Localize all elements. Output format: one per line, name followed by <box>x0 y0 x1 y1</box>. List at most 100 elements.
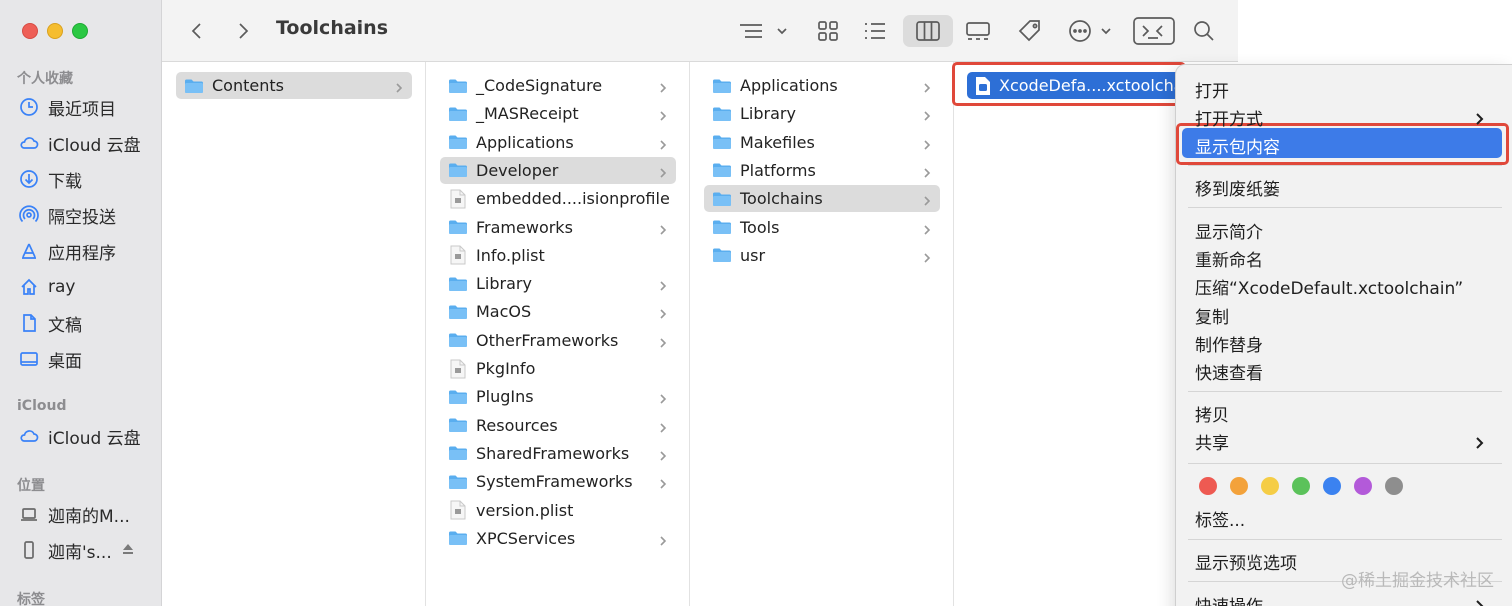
menu-item-rename[interactable]: 重新命名 <box>1195 245 1263 271</box>
watermark: @稀土掘金技术社区 <box>1341 571 1494 591</box>
column-row[interactable]: SharedFrameworks <box>440 440 676 467</box>
phone-icon <box>18 539 40 561</box>
column-row[interactable]: Developer <box>440 156 676 184</box>
column-row[interactable]: usr <box>704 242 940 269</box>
list-view-button[interactable] <box>862 15 888 47</box>
close-button[interactable] <box>22 23 38 39</box>
column-2: _CodeSignature _MASReceipt Applications Dev… <box>426 62 690 606</box>
search-button[interactable] <box>1192 15 1216 47</box>
clock-icon <box>18 96 40 118</box>
chevron-right-icon <box>658 79 668 93</box>
tag-color-row <box>1199 477 1403 495</box>
terminal-button[interactable] <box>1132 15 1176 47</box>
chevron-left-icon <box>191 23 201 39</box>
column-row[interactable]: Tools <box>704 214 940 241</box>
sidebar-item-icloud-drive[interactable]: iCloud 云盘 <box>18 129 141 157</box>
sidebar-item-desktop[interactable]: 桌面 <box>18 345 82 373</box>
sidebar-item-applications[interactable]: 应用程序 <box>18 237 116 265</box>
tag-color-dot[interactable] <box>1292 477 1310 495</box>
back-button[interactable] <box>186 15 208 47</box>
group-by-button[interactable] <box>738 15 790 47</box>
chevron-right-icon <box>658 532 668 546</box>
tag-color-dot[interactable] <box>1199 477 1217 495</box>
sidebar-item-airdrop[interactable]: 隔空投送 <box>18 201 116 229</box>
column-view-button[interactable] <box>903 15 953 47</box>
menu-item-make-alias[interactable]: 制作替身 <box>1195 330 1263 356</box>
folder-icon <box>449 390 467 404</box>
column-row[interactable]: Resources <box>440 412 676 439</box>
menu-item-move-to-trash[interactable]: 移到废纸篓 <box>1195 174 1280 200</box>
column-row[interactable]: Info.plist <box>440 242 676 269</box>
tag-color-dot[interactable] <box>1323 477 1341 495</box>
column-row[interactable]: Toolchains <box>704 185 940 213</box>
row-label: XcodeDefa....xctoolchain <box>999 76 1184 95</box>
sidebar-item-home[interactable]: ray <box>18 273 75 301</box>
menu-item-tags[interactable]: 标签... <box>1195 505 1245 531</box>
list-group-icon <box>740 24 787 38</box>
more-actions-button[interactable] <box>1068 15 1116 47</box>
context-menu: 打开 打开方式 显示包内容 移到废纸篓 显示简介 重新命名 压缩“XcodeDe… <box>1175 64 1512 606</box>
column-row[interactable]: PlugIns <box>440 383 676 410</box>
row-label: version.plist <box>476 500 574 520</box>
tag-color-dot[interactable] <box>1385 477 1403 495</box>
chevron-right-icon <box>658 334 668 348</box>
sidebar-item-recents[interactable]: 最近项目 <box>18 93 116 121</box>
chevron-right-icon <box>658 164 668 178</box>
eject-icon[interactable] <box>120 541 136 557</box>
row-label: Platforms <box>740 160 816 180</box>
sidebar-item-downloads[interactable]: 下载 <box>18 165 82 193</box>
column-row[interactable]: Applications <box>440 129 676 156</box>
sidebar-item-mac[interactable]: 迦南的M... <box>18 500 130 528</box>
column-row[interactable]: XPCServices <box>440 525 676 552</box>
column-row[interactable]: Contents <box>176 72 412 99</box>
menu-item-duplicate[interactable]: 复制 <box>1195 302 1229 328</box>
chevron-right-icon <box>658 277 668 291</box>
package-row-selected[interactable]: XcodeDefa....xctoolchain <box>967 72 1184 99</box>
menu-item-quick-actions[interactable]: 快速操作 <box>1195 591 1505 606</box>
row-label: Library <box>476 274 532 294</box>
gallery-view-button[interactable] <box>964 15 992 47</box>
menu-item-get-info[interactable]: 显示简介 <box>1195 217 1263 243</box>
tags-button[interactable] <box>1016 15 1044 47</box>
column-row[interactable]: OtherFrameworks <box>440 327 676 354</box>
icon-view-button[interactable] <box>816 15 840 47</box>
column-row[interactable]: _CodeSignature <box>440 72 676 99</box>
row-label: _CodeSignature <box>476 76 603 95</box>
folder-icon <box>449 135 467 150</box>
minimize-button[interactable] <box>47 23 63 39</box>
sidebar-item-icloud-drive-2[interactable]: iCloud 云盘 <box>18 422 141 450</box>
column-row[interactable]: Library <box>440 270 676 297</box>
column-row[interactable]: embedded....isionprofile <box>440 185 676 212</box>
sidebar-item-label: 应用程序 <box>48 243 116 264</box>
column-row[interactable]: SystemFrameworks <box>440 468 676 495</box>
menu-item-show-view-options[interactable]: 显示预览选项 <box>1195 548 1297 574</box>
chevron-right-icon <box>1475 598 1485 606</box>
column-row[interactable]: version.plist <box>440 497 676 524</box>
column-row[interactable]: Frameworks <box>440 214 676 241</box>
chevron-right-icon <box>394 79 404 93</box>
column-row[interactable]: Platforms <box>704 157 940 184</box>
sidebar-item-label: 下载 <box>48 171 82 192</box>
menu-item-show-package-contents[interactable]: 显示包内容 <box>1195 132 1280 158</box>
menu-item-quick-look[interactable]: 快速查看 <box>1195 358 1263 384</box>
ellipsis-circle-icon <box>1069 20 1111 42</box>
tag-color-dot[interactable] <box>1261 477 1279 495</box>
column-row[interactable]: MacOS <box>440 298 676 325</box>
column-row[interactable]: Makefiles <box>704 129 940 156</box>
column-row[interactable]: _MASReceipt <box>440 100 676 127</box>
menu-item-open-with[interactable]: 打开方式 <box>1195 104 1505 130</box>
tag-color-dot[interactable] <box>1354 477 1372 495</box>
column-row[interactable]: PkgInfo <box>440 355 676 382</box>
desktop-icon <box>18 348 40 370</box>
zoom-button[interactable] <box>72 23 88 39</box>
menu-item-open[interactable]: 打开 <box>1195 76 1229 102</box>
menu-item-compress[interactable]: 压缩“XcodeDefault.xctoolchain” <box>1195 273 1463 299</box>
column-row[interactable]: Applications <box>704 72 940 99</box>
sidebar-item-phone[interactable]: 迦南's... <box>18 536 112 564</box>
sidebar-item-documents[interactable]: 文稿 <box>18 309 82 337</box>
menu-item-copy[interactable]: 拷贝 <box>1195 400 1229 426</box>
menu-item-share[interactable]: 共享 <box>1195 428 1505 454</box>
column-row[interactable]: Library <box>704 100 940 127</box>
forward-button[interactable] <box>232 15 254 47</box>
tag-color-dot[interactable] <box>1230 477 1248 495</box>
